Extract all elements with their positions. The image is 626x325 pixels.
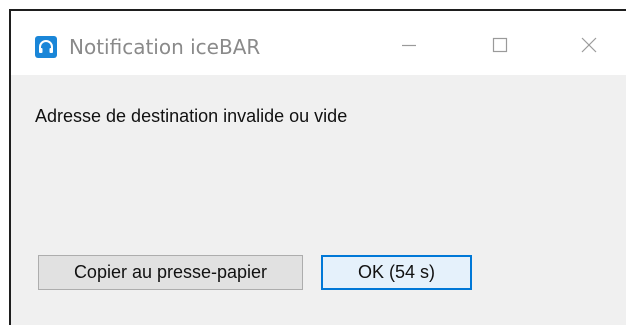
headset-icon: [35, 36, 57, 58]
ok-button[interactable]: OK (54 s): [321, 255, 472, 290]
minimize-icon[interactable]: [386, 25, 432, 65]
copy-to-clipboard-button[interactable]: Copier au presse-papier: [38, 255, 303, 290]
notification-message: Adresse de destination invalide ou vide: [35, 106, 348, 126]
window-title: Notification iceBAR: [69, 35, 261, 59]
close-icon[interactable]: [566, 25, 612, 65]
notification-window: Notification iceBAR Adresse de destinati…: [9, 9, 626, 325]
maximize-icon[interactable]: [477, 25, 523, 65]
title-bar[interactable]: Notification iceBAR: [11, 11, 626, 75]
